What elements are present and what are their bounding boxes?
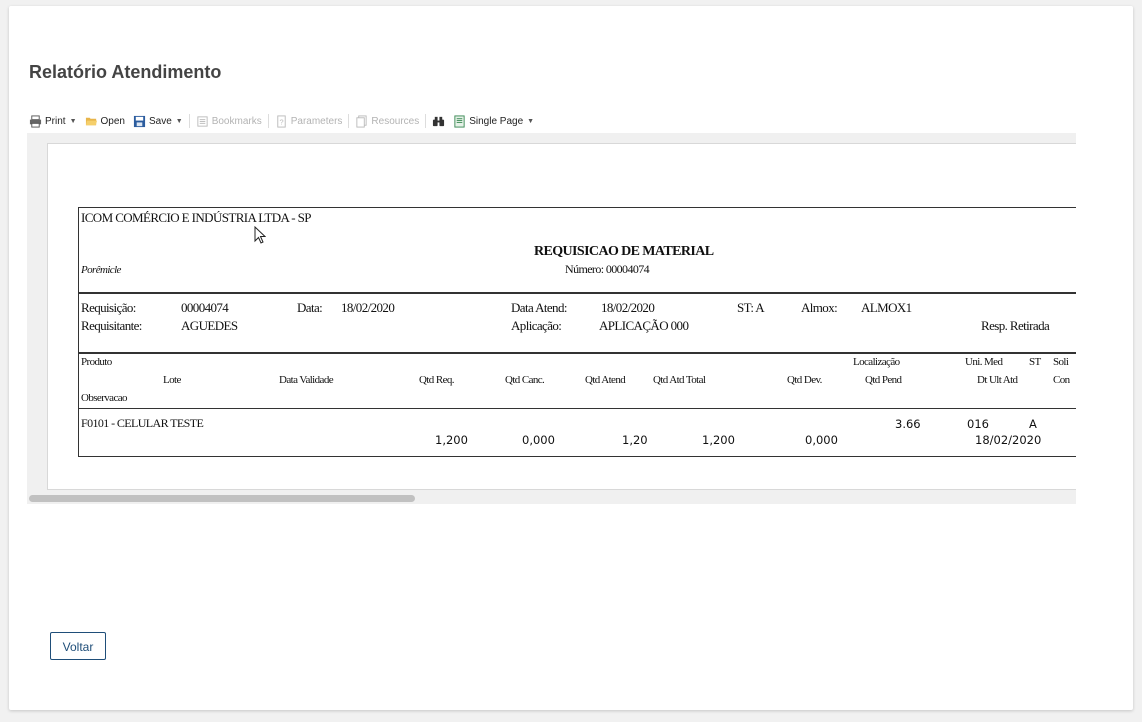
row-qtd-dev: 0,000	[805, 433, 838, 447]
toolbar-divider	[348, 114, 350, 128]
bookmarks-button[interactable]: Bookmarks	[196, 115, 262, 128]
divider-line	[79, 408, 1076, 409]
report-subtitle: Porêmicle	[81, 264, 121, 276]
row-qtd-canc: 0,000	[522, 433, 555, 447]
row-uni-med: 016	[967, 417, 989, 431]
header-st: ST	[1029, 356, 1041, 368]
header-uni-med: Uni. Med	[965, 356, 1003, 368]
single-page-icon	[454, 114, 465, 128]
header-qtd-atd-total: Qtd Atd Total	[653, 374, 706, 386]
printer-icon	[29, 114, 42, 128]
row-st: A	[1029, 417, 1037, 431]
header-dt-ult-atd: Dt Ult Atd	[977, 374, 1018, 386]
scrollbar-thumb[interactable]	[29, 495, 415, 502]
print-button[interactable]: Print ▼	[29, 114, 77, 128]
view-mode-dropdown[interactable]: Single Page ▼	[453, 114, 535, 128]
save-label: Save	[148, 115, 172, 127]
requisitante-label: Requisitante:	[81, 318, 142, 333]
data-label: Data:	[297, 300, 323, 315]
print-label: Print	[45, 115, 66, 127]
header-observacao: Observacao	[81, 392, 128, 404]
back-button[interactable]: Voltar	[50, 632, 106, 660]
header-produto: Produto	[81, 356, 112, 368]
header-qtd-req: Qtd Req.	[419, 374, 455, 386]
svg-text:?: ?	[279, 117, 283, 126]
report-viewer[interactable]: ICOM COMÉRCIO E INDÚSTRIA LTDA - SP Porê…	[27, 133, 1076, 501]
horizontal-scrollbar[interactable]	[27, 492, 1076, 504]
report-page: ICOM COMÉRCIO E INDÚSTRIA LTDA - SP Porê…	[47, 143, 1076, 490]
toolbar-divider	[188, 114, 190, 128]
folder-open-icon	[85, 117, 97, 125]
resources-icon	[356, 114, 368, 128]
req-label: Requisição:	[81, 300, 136, 315]
aplicacao-label: Aplicação:	[511, 318, 562, 333]
requisitante-value: AGUEDES	[181, 318, 238, 333]
parameters-icon: ?	[277, 114, 286, 128]
req-value: 00004074	[181, 300, 229, 315]
st-label: ST: A	[737, 300, 765, 315]
row-qtd-atd-total: 1,200	[702, 433, 735, 447]
almox-value: ALMOX1	[861, 300, 912, 315]
data-value: 18/02/2020	[341, 300, 395, 315]
page-title: Relatório Atendimento	[29, 62, 222, 82]
row-qtd-req: 1,200	[435, 433, 468, 447]
company-name: ICOM COMÉRCIO E INDÚSTRIA LTDA - SP	[81, 210, 311, 225]
toolbar-divider	[267, 114, 269, 128]
chevron-down-icon: ▼	[175, 117, 183, 125]
row-dt-ult-atd: 18/02/2020	[975, 433, 1042, 447]
header-con: Con	[1053, 374, 1070, 386]
view-mode-label: Single Page	[469, 115, 524, 127]
resp-retirada-label: Resp. Retirada	[981, 318, 1050, 333]
header-data-validade: Data Validade	[279, 374, 334, 386]
row-qtd-atend: 1,20	[622, 433, 648, 447]
almox-label: Almox:	[801, 300, 838, 315]
chevron-down-icon: ▼	[69, 117, 77, 125]
save-button[interactable]: Save ▼	[133, 115, 183, 128]
resources-label: Resources	[371, 115, 420, 127]
header-localizacao: Localização	[853, 356, 900, 368]
divider-line	[79, 352, 1076, 354]
chevron-down-icon: ▼	[527, 117, 535, 125]
data-atend-value: 18/02/2020	[601, 300, 655, 315]
binoculars-icon	[433, 116, 445, 126]
header-qtd-atend: Qtd Atend	[585, 374, 626, 386]
divider-line	[79, 292, 1076, 294]
save-icon	[133, 115, 146, 127]
header-soli: Soli	[1053, 356, 1069, 368]
data-atend-label: Data Atend:	[511, 300, 567, 315]
header-qtd-dev: Qtd Dev.	[787, 374, 822, 386]
row-qtd-pend: 3.66	[895, 417, 921, 431]
report-frame: ICOM COMÉRCIO E INDÚSTRIA LTDA - SP Porê…	[78, 207, 1076, 457]
report-title: REQUISICAO DE MATERIAL	[534, 244, 714, 259]
header-qtd-canc: Qtd Canc.	[505, 374, 545, 386]
find-button[interactable]	[432, 115, 445, 128]
header-lote: Lote	[163, 374, 181, 386]
header-qtd-pend: Qtd Pend	[865, 374, 902, 386]
mouse-cursor-icon	[254, 226, 266, 244]
bookmarks-label: Bookmarks	[211, 115, 262, 127]
resources-button[interactable]: Resources	[355, 114, 420, 128]
report-toolbar: Print ▼ Open Save ▼ Bookmarks ? Paramete…	[29, 111, 542, 131]
toolbar-divider	[425, 114, 427, 128]
row-produto: F0101 - CELULAR TESTE	[81, 416, 204, 430]
aplicacao-value: APLICAÇÃO 000	[599, 318, 689, 333]
report-number: Número: 00004074	[565, 262, 650, 276]
parameters-label: Parameters	[290, 115, 343, 127]
bookmarks-icon	[197, 115, 208, 127]
open-button[interactable]: Open	[85, 115, 125, 128]
parameters-button[interactable]: ? Parameters	[275, 114, 343, 128]
open-label: Open	[100, 115, 125, 127]
